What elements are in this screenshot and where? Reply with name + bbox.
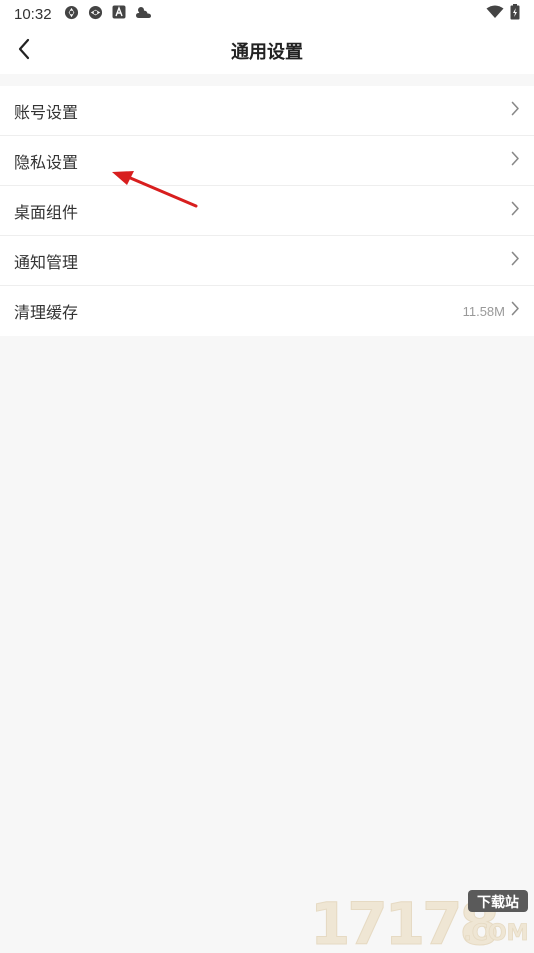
chevron-right-icon	[511, 201, 520, 221]
chevron-right-icon	[511, 251, 520, 271]
battery-icon	[510, 4, 520, 24]
settings-row-account[interactable]: 账号设置	[0, 86, 534, 136]
site-watermark-logo: 17178 下载站 .COM	[308, 888, 530, 953]
camera-shutter-icon	[88, 5, 103, 24]
chevron-right-icon	[511, 101, 520, 121]
camera-shutter-icon	[64, 5, 79, 24]
settings-row-label: 桌面组件	[14, 204, 79, 222]
settings-list: 账号设置 隐私设置 桌面组件 通知管理 清理缓存 11.58M	[0, 86, 534, 336]
settings-row-desktop-widget[interactable]: 桌面组件	[0, 186, 534, 236]
status-time: 10:32	[14, 5, 52, 23]
svg-text:下载站: 下载站	[477, 894, 519, 911]
settings-row-label: 通知管理	[14, 254, 79, 272]
wifi-icon	[486, 5, 504, 23]
weather-icon	[135, 5, 153, 23]
status-system-icons	[486, 4, 520, 24]
settings-row-notification[interactable]: 通知管理	[0, 236, 534, 286]
settings-row-clear-cache[interactable]: 清理缓存 11.58M	[0, 286, 534, 336]
status-notification-icons	[64, 5, 153, 24]
settings-row-privacy[interactable]: 隐私设置	[0, 136, 534, 186]
status-bar: 10:32	[0, 0, 534, 28]
section-gap	[0, 74, 534, 86]
chevron-right-icon	[511, 151, 520, 171]
settings-row-label: 账号设置	[14, 104, 79, 122]
back-button[interactable]	[8, 35, 40, 67]
page-title: 通用设置	[231, 42, 303, 62]
a-badge-icon	[112, 5, 126, 23]
chevron-left-icon	[17, 38, 31, 65]
cache-size-value: 11.58M	[462, 303, 505, 319]
settings-row-label: 清理缓存	[14, 305, 79, 322]
svg-text:.COM: .COM	[463, 921, 528, 946]
settings-row-label: 隐私设置	[14, 154, 79, 172]
annotation-arrow	[110, 168, 202, 217]
app-header: 通用设置	[0, 28, 534, 74]
chevron-right-icon	[511, 301, 520, 321]
